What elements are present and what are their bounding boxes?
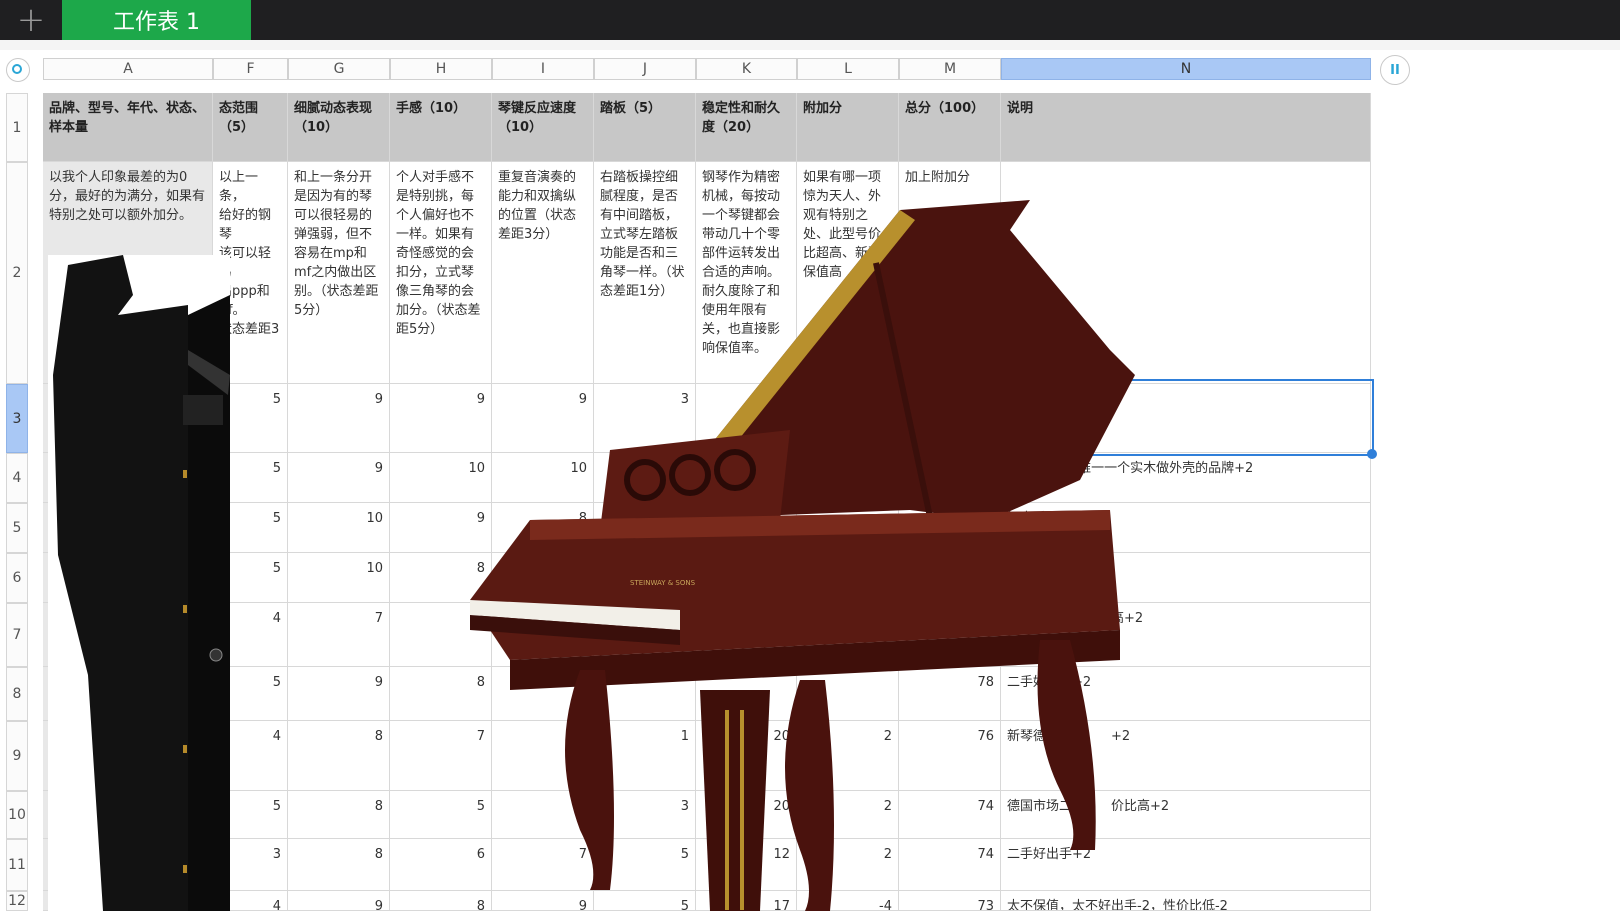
data-cell-g[interactable]: 9 xyxy=(288,384,390,453)
column-header-a[interactable]: A xyxy=(43,58,213,80)
freeze-handle-button[interactable]: II xyxy=(1380,55,1410,85)
header-cell-f[interactable]: 态范围（5） xyxy=(213,93,288,162)
row-header-3[interactable]: 3 xyxy=(6,384,28,453)
data-cell-g[interactable]: 10 xyxy=(288,503,390,553)
row-header-10[interactable]: 10 xyxy=(6,791,28,839)
sheet-tab[interactable]: 工作表 1 xyxy=(62,0,251,40)
column-header-j[interactable]: J xyxy=(594,58,696,80)
data-cell-g[interactable]: 10 xyxy=(288,553,390,603)
header-cell-k[interactable]: 稳定性和耐久度（20） xyxy=(696,93,797,162)
data-cell-g[interactable]: 9 xyxy=(288,667,390,721)
data-cell-g[interactable]: 9 xyxy=(288,891,390,911)
column-header-n[interactable]: N xyxy=(1001,58,1371,80)
header-cell-l[interactable]: 附加分 xyxy=(797,93,899,162)
row-header-5[interactable]: 5 xyxy=(6,503,28,553)
row-header-6[interactable]: 6 xyxy=(6,553,28,603)
grand-piano-image: STEINWAY & SONS xyxy=(470,190,1160,911)
data-cell-g[interactable]: 8 xyxy=(288,791,390,839)
add-sheet-button[interactable]: + xyxy=(0,0,62,40)
select-all-button[interactable] xyxy=(6,58,30,82)
header-cell-j[interactable]: 踏板（5） xyxy=(594,93,696,162)
data-cell-g[interactable]: 8 xyxy=(288,839,390,891)
header-cell-h[interactable]: 手感（10） xyxy=(390,93,492,162)
column-header-h[interactable]: H xyxy=(390,58,492,80)
header-cell-a[interactable]: 品牌、型号、年代、状态、样本量 xyxy=(43,93,213,162)
row-header-9[interactable]: 9 xyxy=(6,721,28,791)
header-cell-m[interactable]: 总分（100） xyxy=(899,93,1001,162)
top-bar: + 工作表 1 xyxy=(0,0,1620,40)
row-header-8[interactable]: 8 xyxy=(6,667,28,721)
piano-brand-text: STEINWAY & SONS xyxy=(630,579,696,587)
toolbar-divider xyxy=(0,40,1620,50)
column-header-k[interactable]: K xyxy=(696,58,797,80)
column-header-g[interactable]: G xyxy=(288,58,390,80)
header-cell-g[interactable]: 细腻动态表现（10） xyxy=(288,93,390,162)
plus-icon: + xyxy=(16,0,46,40)
row-header-1[interactable]: 1 xyxy=(6,93,28,162)
column-header-l[interactable]: L xyxy=(797,58,899,80)
data-cell-g[interactable]: 9 xyxy=(288,453,390,503)
upright-piano-image xyxy=(48,255,230,911)
data-cell-g[interactable]: 7 xyxy=(288,603,390,667)
row-header-11[interactable]: 11 xyxy=(6,839,28,891)
column-header-f[interactable]: F xyxy=(213,58,288,80)
header-cell-i[interactable]: 琴键反应速度（10） xyxy=(492,93,594,162)
selection-fill-handle[interactable] xyxy=(1367,449,1377,459)
row-header-12[interactable]: 12 xyxy=(6,891,28,911)
header-cell-n[interactable]: 说明 xyxy=(1001,93,1371,162)
row-header-2[interactable]: 2 xyxy=(6,162,28,384)
column-header-m[interactable]: M xyxy=(899,58,1001,80)
circle-icon xyxy=(12,64,22,74)
description-cell-g[interactable]: 和上一条分开是因为有的琴可以很轻易的弹强弱，但不容易在mp和mf之内做出区别。（… xyxy=(288,162,390,384)
column-header-i[interactable]: I xyxy=(492,58,594,80)
data-cell-g[interactable]: 8 xyxy=(288,721,390,791)
row-header-4[interactable]: 4 xyxy=(6,453,28,503)
row-header-7[interactable]: 7 xyxy=(6,603,28,667)
